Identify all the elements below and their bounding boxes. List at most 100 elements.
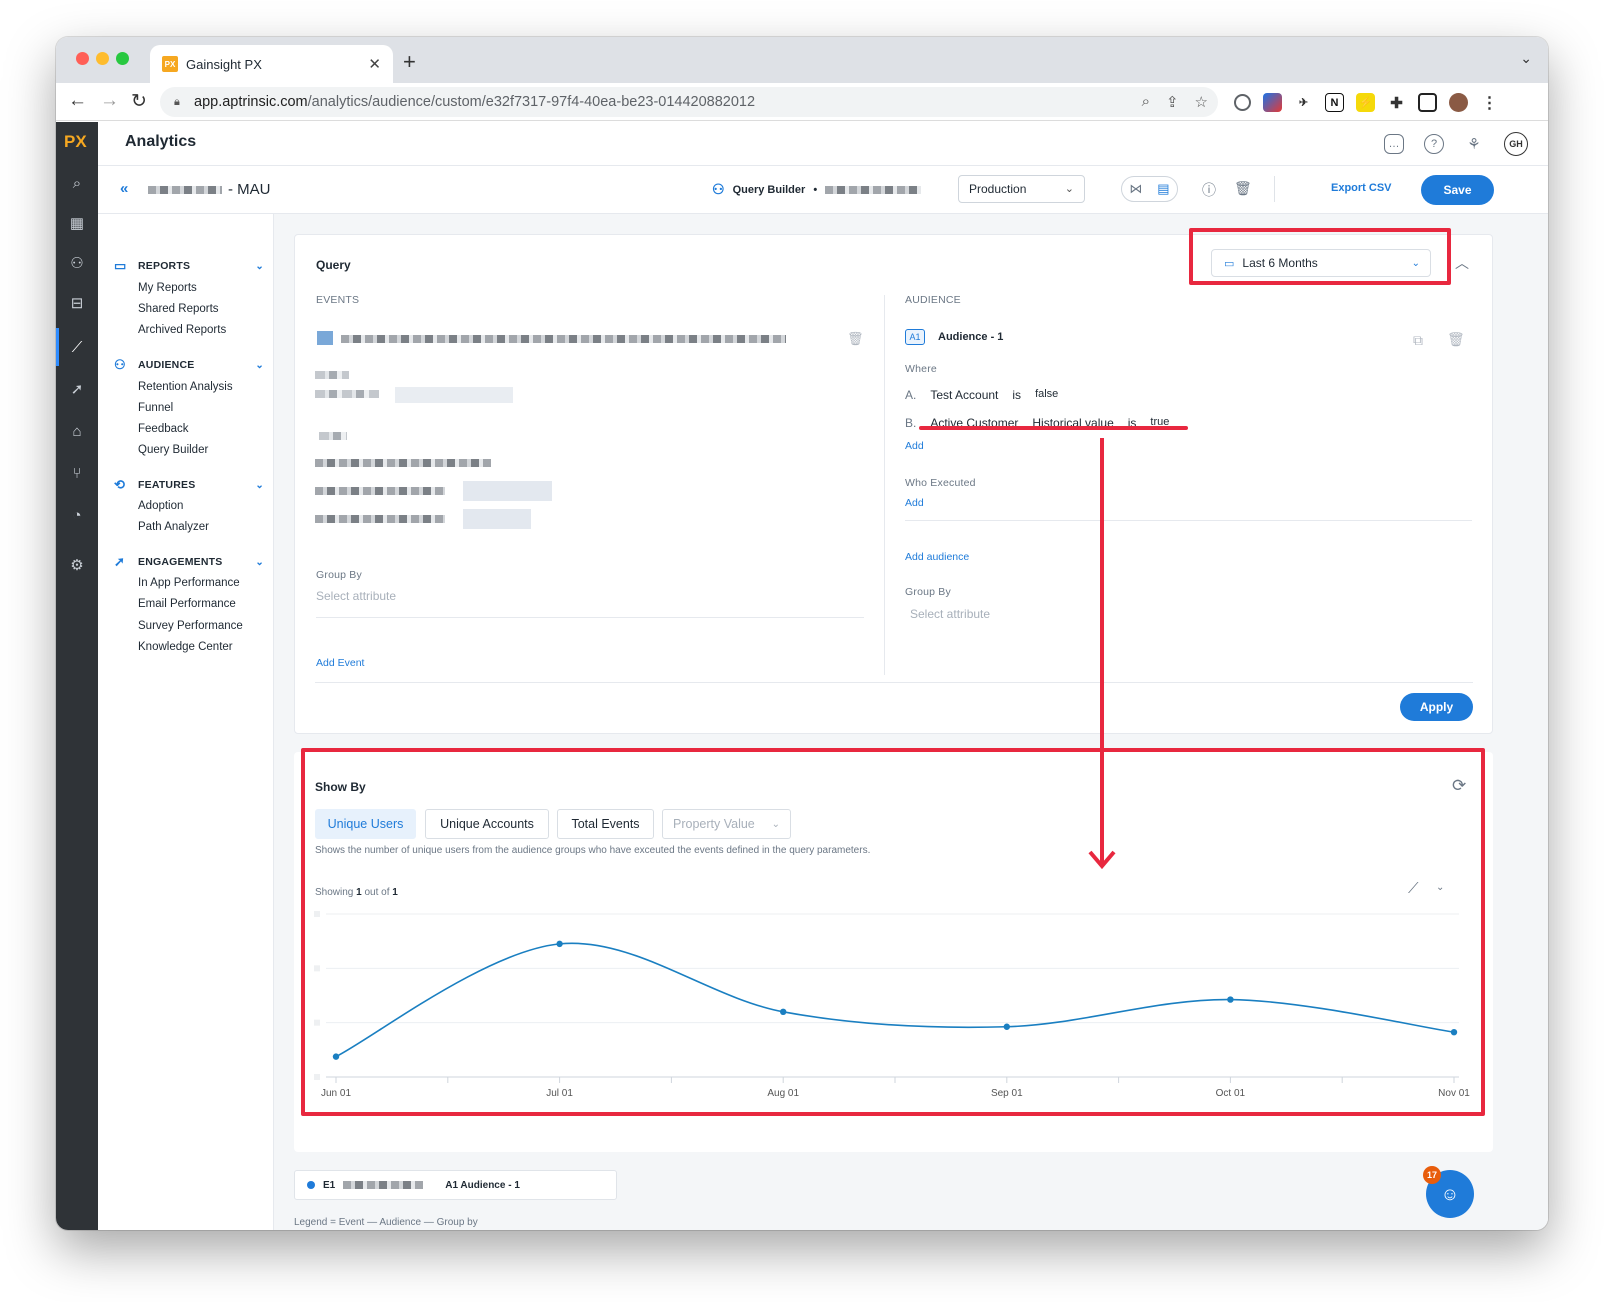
search-icon[interactable]: ⌕ <box>68 174 86 192</box>
legend-item[interactable]: E1 A1 Audience - 1 <box>294 1170 617 1200</box>
sidebar-item-in-app-performance[interactable]: In App Performance <box>138 577 240 589</box>
chevron-down-icon[interactable]: ⌄ <box>1520 50 1532 67</box>
group-by-select[interactable]: Select attribute <box>316 589 396 603</box>
sidebar-item-path-analyzer[interactable]: Path Analyzer <box>138 521 209 533</box>
sidebar-item-archived-reports[interactable]: Archived Reports <box>138 324 226 336</box>
extension-arrow-icon[interactable] <box>1263 93 1282 112</box>
sidebar-item-adoption[interactable]: Adoption <box>138 500 183 512</box>
reload-icon[interactable]: ↻ <box>131 90 147 113</box>
dashboard-icon[interactable]: ▦ <box>68 214 86 232</box>
zoom-window-button[interactable] <box>116 52 129 65</box>
export-csv-link[interactable]: Export CSV <box>1331 182 1392 194</box>
section-audience[interactable]: ⚇ AUDIENCE ⌄ <box>114 357 264 373</box>
condition-operator: is <box>1127 416 1137 430</box>
address-bar: ← → ↻ 🔒︎ app.aptrinsic.com/analytics/aud… <box>56 83 1548 121</box>
close-icon[interactable]: ✕ <box>368 55 381 73</box>
url-host: app.aptrinsic.com <box>194 94 308 110</box>
share-icon[interactable]: ⇪ <box>1166 93 1179 111</box>
notion-icon[interactable]: N <box>1325 93 1344 112</box>
page-title: Analytics <box>125 133 197 150</box>
add-condition-link[interactable]: Add <box>905 440 924 452</box>
table-icon[interactable]: ▤ <box>1157 181 1169 197</box>
px-logo[interactable]: PX <box>64 132 87 152</box>
flow-tree-icon[interactable]: ⑂ <box>68 464 86 482</box>
condition-row-b[interactable]: B. Active Customer Historical value is t… <box>905 416 1169 430</box>
report-title-suffix: - MAU <box>228 181 271 198</box>
url-field[interactable]: 🔒︎ app.aptrinsic.com/analytics/audience/… <box>160 87 1218 117</box>
kebab-menu-icon[interactable]: ⋮ <box>1480 93 1499 112</box>
minimize-window-button[interactable] <box>96 52 109 65</box>
sidebar-item-knowledge-center[interactable]: Knowledge Center <box>138 641 233 653</box>
user-avatar[interactable]: GH <box>1504 132 1528 156</box>
profile-avatar[interactable] <box>1449 93 1468 112</box>
bookmark-star-icon[interactable]: ☆ <box>1195 93 1208 111</box>
extension-yellow-icon[interactable]: ⚡ <box>1356 93 1375 112</box>
sidebar-item-feedback[interactable]: Feedback <box>138 423 189 435</box>
audience-group-by-select[interactable]: Select attribute <box>910 607 990 621</box>
collapse-sidebar-icon[interactable]: « <box>120 180 128 197</box>
lock-icon: 🔒︎ <box>174 96 180 108</box>
series-dot <box>307 1181 315 1189</box>
sidebar-item-query-builder[interactable]: Query Builder <box>138 444 208 456</box>
report-title[interactable]: - MAU <box>148 181 271 198</box>
new-tab-plus-icon[interactable]: + <box>403 49 416 75</box>
query-builder-label: Query Builder <box>732 183 806 196</box>
apply-button[interactable]: Apply <box>1400 693 1473 721</box>
puzzle-icon[interactable]: ✚ <box>1387 93 1406 112</box>
redacted-owner <box>825 185 922 194</box>
trash-icon[interactable]: 🗑︎ <box>1447 331 1465 348</box>
sidebar-item-email-performance[interactable]: Email Performance <box>138 598 236 610</box>
share-nodes-icon[interactable]: ⋈ <box>1129 181 1142 197</box>
sidebar-item-shared-reports[interactable]: Shared Reports <box>138 303 219 315</box>
section-reports[interactable]: ▭ REPORTS ⌄ <box>114 258 264 274</box>
back-arrow-icon[interactable]: ← <box>68 90 87 112</box>
legend-note: Legend = Event — Audience — Group by <box>294 1217 478 1228</box>
sidebar-item-survey-performance[interactable]: Survey Performance <box>138 620 243 632</box>
briefcase-icon[interactable]: ⊟ <box>68 294 86 312</box>
rocket-icon[interactable]: ➚ <box>68 380 86 398</box>
audience-name[interactable]: Audience - 1 <box>938 331 1003 343</box>
analytics-chart-icon[interactable]: ⟋ <box>68 338 86 356</box>
forward-arrow-icon[interactable]: → <box>100 90 119 112</box>
environment-select[interactable]: Production ⌄ <box>958 175 1085 203</box>
px-favicon-icon: PX <box>162 56 178 72</box>
pie-chart-icon[interactable]: ◔ <box>68 506 86 524</box>
help-icon[interactable]: ? <box>1424 134 1444 154</box>
add-audience-link[interactable]: Add audience <box>905 551 969 563</box>
browser-tab[interactable]: PX Gainsight PX ✕ <box>150 45 393 83</box>
sidepanel-icon[interactable] <box>1418 93 1437 112</box>
settings-gear-icon[interactable]: ⚙ <box>68 556 86 574</box>
highlight-show-by <box>301 748 1485 1116</box>
tab-strip: PX Gainsight PX ✕ + ⌄ <box>56 37 1548 83</box>
people-icon[interactable]: ⚇ <box>68 254 86 272</box>
chevron-down-icon: ⌄ <box>1064 183 1074 195</box>
info-icon[interactable]: ⓘ <box>1202 180 1216 200</box>
close-window-button[interactable] <box>76 52 89 65</box>
extension-bird-icon[interactable]: ✈ <box>1294 93 1313 112</box>
save-button[interactable]: Save <box>1421 175 1494 205</box>
sidebar-item-retention-analysis[interactable]: Retention Analysis <box>138 381 233 393</box>
redacted-text <box>315 459 491 467</box>
zoom-icon[interactable]: ⌕ <box>1142 93 1150 111</box>
section-features[interactable]: ⟲ FEATURES ⌄ <box>114 477 264 493</box>
graduation-cap-icon[interactable]: ⌂ <box>68 422 86 440</box>
community-icon[interactable]: ⚘ <box>1464 134 1484 154</box>
sidebar-item-my-reports[interactable]: My Reports <box>138 282 197 294</box>
collapse-chevron-up-icon[interactable]: ︿ <box>1455 253 1469 273</box>
copy-icon[interactable]: ⧉ <box>1413 332 1423 349</box>
chat-icon[interactable]: … <box>1384 134 1404 154</box>
condition-letter: A. <box>905 388 917 402</box>
analytics-sidebar: ▭ REPORTS ⌄ My Reports Shared Reports Ar… <box>98 214 274 1230</box>
section-title: REPORTS <box>138 260 191 272</box>
section-engagements[interactable]: ➚ ENGAGEMENTS ⌄ <box>114 554 264 570</box>
sidebar-item-funnel[interactable]: Funnel <box>138 402 173 414</box>
add-who-executed-link[interactable]: Add <box>905 497 924 509</box>
users-icon: ⚇ <box>712 181 725 197</box>
trash-icon[interactable]: 🗑︎ <box>1234 180 1252 197</box>
add-event-link[interactable]: Add Event <box>316 657 364 669</box>
extension-g-icon[interactable] <box>1234 94 1251 111</box>
section-title: AUDIENCE <box>138 359 195 371</box>
redacted-text <box>315 515 445 523</box>
condition-row-a[interactable]: A. Test Account is false <box>905 388 1058 402</box>
trash-icon[interactable]: 🗑︎ <box>847 331 864 347</box>
